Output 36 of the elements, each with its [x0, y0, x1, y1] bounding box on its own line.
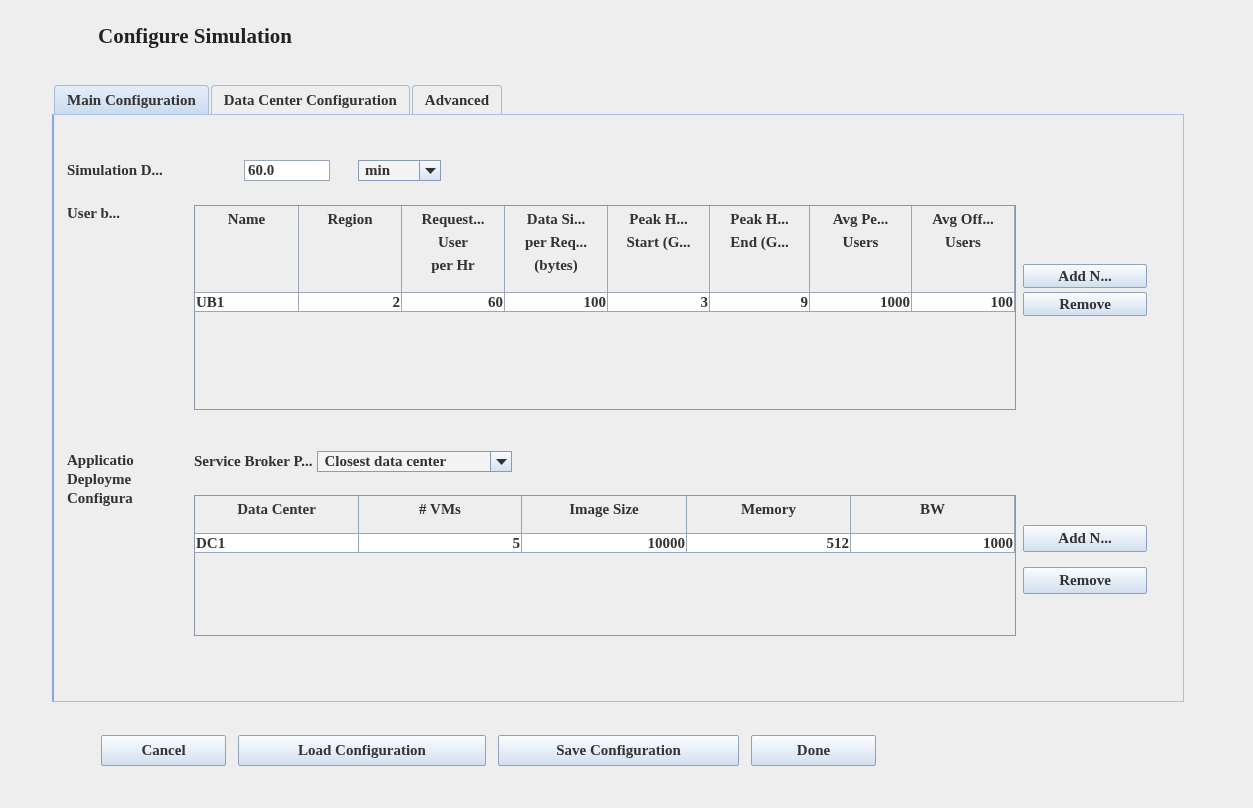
table-cell: 10000	[522, 534, 687, 553]
table-button[interactable]: Remove	[1023, 567, 1147, 594]
field-label: Service Broker P...	[194, 453, 313, 470]
table-cell: 1000	[851, 534, 1015, 553]
footer-button[interactable]: Done	[751, 735, 876, 766]
footer-button[interactable]: Load Configuration	[238, 735, 486, 766]
table-cell: 1000	[810, 293, 912, 312]
tab[interactable]: Data Center Configuration	[210, 85, 410, 114]
section-label: User b...	[67, 205, 122, 222]
caret-icon	[495, 458, 507, 465]
tab[interactable]: Advanced	[411, 85, 502, 114]
duration-field[interactable]: 60.0	[244, 160, 330, 181]
table-button[interactable]: Remove	[1023, 292, 1147, 316]
table-cell: 2	[299, 293, 402, 312]
section-label: Deployme	[67, 470, 133, 489]
table-cell: 100	[505, 293, 608, 312]
caret-icon	[424, 167, 436, 174]
table-cell: 5	[359, 534, 522, 553]
table-cell: 60	[402, 293, 505, 312]
broker-dropdown[interactable]: Closest data center	[317, 451, 513, 472]
table-button[interactable]: Add N...	[1023, 264, 1147, 288]
unit-dropdown[interactable]: min	[358, 160, 441, 181]
section-label: Configura	[67, 489, 134, 508]
table-cell: 100	[912, 293, 1015, 312]
table-cell: 9	[710, 293, 810, 312]
section-label: Applicatio	[67, 451, 135, 470]
table-cell: UB1	[195, 293, 299, 312]
table-cell: 512	[687, 534, 851, 553]
footer-button[interactable]: Cancel	[101, 735, 226, 766]
tab[interactable]: Main Configuration	[54, 85, 209, 114]
field-label: Simulation D...	[67, 162, 164, 179]
window-title: Configure Simulation	[98, 24, 293, 49]
table-cell: DC1	[195, 534, 359, 553]
table-cell: 3	[608, 293, 710, 312]
footer-button[interactable]: Save Configuration	[498, 735, 739, 766]
table-button[interactable]: Add N...	[1023, 525, 1147, 552]
